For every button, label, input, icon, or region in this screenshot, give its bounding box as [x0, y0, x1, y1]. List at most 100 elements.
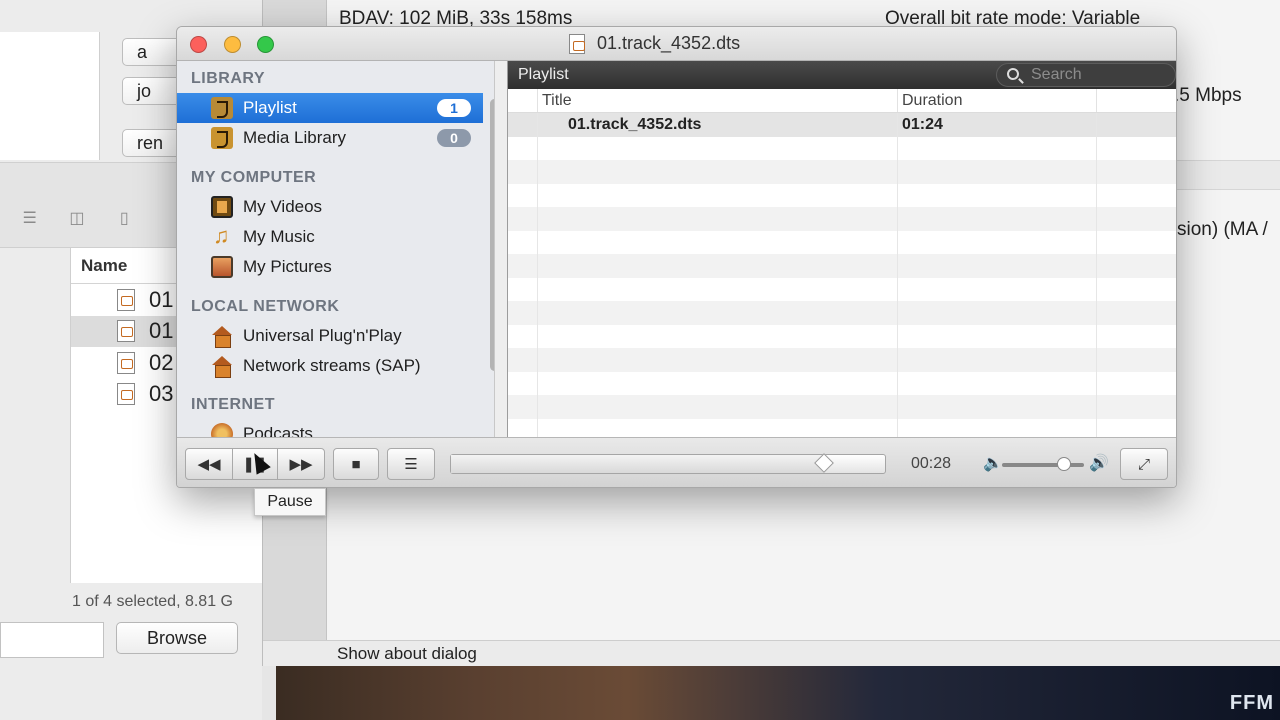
- empty-row: [508, 136, 1176, 160]
- stop-button[interactable]: ■: [333, 448, 379, 480]
- volume-slider[interactable]: [1002, 457, 1084, 471]
- watermark: FFM: [1229, 692, 1274, 714]
- empty-row: [508, 230, 1176, 254]
- file-name: 01: [149, 318, 174, 344]
- sidebar-item-label: Podcasts: [243, 424, 313, 437]
- playlist-icon: [211, 97, 233, 119]
- window-title: 01.track_4352.dts: [569, 33, 740, 54]
- rewind-button[interactable]: ◀◀: [185, 448, 233, 480]
- file-name: 01: [149, 286, 174, 312]
- rewind-icon: ◀◀: [197, 456, 221, 473]
- sidebar-item-media-library[interactable]: Media Library 0: [177, 123, 483, 153]
- search-input[interactable]: Search: [996, 63, 1176, 87]
- search-placeholder: Search: [1031, 66, 1082, 83]
- close-button[interactable]: [190, 36, 207, 53]
- empty-row: [508, 207, 1176, 231]
- title-bar[interactable]: 01.track_4352.dts: [177, 27, 1176, 61]
- extra-column-header: [1097, 89, 1176, 112]
- info-line-format: sion) (MA /: [1177, 219, 1268, 240]
- finder-sidebar-strip: [0, 32, 100, 160]
- sidebar-item-label: Network streams (SAP): [243, 356, 421, 375]
- file-name: 02: [149, 349, 174, 375]
- music-note-icon: [211, 223, 233, 249]
- playlist-rows: 01.track_4352.dts 01:24: [508, 113, 1176, 442]
- file-icon: [117, 288, 135, 311]
- duration-column-header[interactable]: Duration: [898, 89, 1097, 112]
- empty-row: [508, 254, 1176, 278]
- sidebar-item-my-music[interactable]: My Music: [177, 222, 483, 252]
- fullscreen-button[interactable]: ⤢: [1120, 448, 1168, 480]
- status-column-header[interactable]: [508, 89, 538, 112]
- playlist-pane: Playlist Search Title Duration 01.track_…: [507, 61, 1176, 442]
- playlist-column-headers: Title Duration: [508, 89, 1176, 113]
- elapsed-time: 00:28: [911, 455, 952, 472]
- sidebar-item-podcasts[interactable]: Podcasts: [177, 419, 483, 437]
- vlc-sidebar: LIBRARY Playlist 1 Media Library 0 MY CO…: [177, 61, 495, 437]
- sidebar-item-label: My Videos: [243, 197, 323, 216]
- file-icon: [117, 351, 135, 374]
- fast-forward-button[interactable]: ▶▶: [277, 448, 325, 480]
- fullscreen-icon: ⤢: [1137, 455, 1150, 473]
- zoom-button[interactable]: [257, 36, 274, 53]
- sidebar-item-my-videos[interactable]: My Videos: [177, 192, 483, 222]
- media-library-count-badge: 0: [437, 129, 471, 147]
- view-mode-buttons: ☰ ◫ ▯: [6, 203, 148, 233]
- search-icon: [1007, 68, 1019, 80]
- about-dialog-link[interactable]: Show about dialog: [337, 644, 477, 664]
- file-name: 03: [149, 381, 174, 407]
- minimize-button[interactable]: [224, 36, 241, 53]
- volume-mute-icon[interactable]: 🔈: [983, 453, 1003, 473]
- volume-max-icon[interactable]: 🔊: [1089, 453, 1109, 473]
- empty-row: [508, 183, 1176, 207]
- vlc-window: 01.track_4352.dts LIBRARY Playlist 1 Med…: [176, 26, 1177, 488]
- playback-controls: ◀◀ ❚❚ ▶▶ ■ ☰ 00:28 🔈 🔊 ⤢: [177, 437, 1176, 487]
- list-icon: ☰: [404, 456, 418, 473]
- section-internet: INTERNET: [191, 396, 275, 413]
- sidebar-item-label: My Music: [243, 227, 315, 246]
- title-column-header[interactable]: Title: [538, 89, 898, 112]
- film-icon: [211, 196, 233, 218]
- info-line-bitrate: .5 Mbps: [1174, 85, 1242, 106]
- empty-row: [508, 324, 1176, 348]
- sidebar-item-label: Universal Plug'n'Play: [243, 326, 402, 345]
- seek-progress: [451, 455, 825, 473]
- empty-row: [508, 160, 1176, 184]
- empty-row: [508, 277, 1176, 301]
- empty-row: [508, 371, 1176, 395]
- section-local-network: LOCAL NETWORK: [191, 298, 340, 315]
- browse-button[interactable]: Browse: [116, 622, 238, 654]
- podcast-icon: [211, 423, 233, 437]
- file-icon: [117, 383, 135, 406]
- section-my-computer: MY COMPUTER: [191, 169, 317, 186]
- sidebar-scrollbar[interactable]: [490, 99, 494, 371]
- section-library: LIBRARY: [191, 70, 266, 87]
- document-icon: [569, 33, 585, 54]
- empty-row: [508, 395, 1176, 419]
- empty-row: [508, 348, 1176, 372]
- seek-bar[interactable]: [450, 453, 886, 474]
- selection-status: 1 of 4 selected, 8.81 G: [72, 593, 233, 610]
- volume-handle[interactable]: [1057, 457, 1072, 471]
- sidebar-item-label: Playlist: [243, 98, 297, 117]
- sidebar-item-my-pictures[interactable]: My Pictures: [177, 252, 483, 282]
- stop-icon: ■: [351, 455, 361, 473]
- row-extra-cell: [1097, 113, 1176, 137]
- media-library-icon: [211, 127, 233, 149]
- coverflow-view-icon[interactable]: ▯: [101, 203, 148, 233]
- sidebar-item-sap[interactable]: Network streams (SAP): [177, 351, 483, 381]
- path-field[interactable]: [0, 622, 104, 658]
- row-status-cell: [508, 113, 538, 137]
- window-title-text: 01.track_4352.dts: [597, 33, 741, 53]
- sidebar-item-label: My Pictures: [243, 257, 332, 276]
- playlist-count-badge: 1: [437, 99, 471, 117]
- playlist-row[interactable]: 01.track_4352.dts 01:24: [508, 113, 1176, 137]
- sidebar-item-upnp[interactable]: Universal Plug'n'Play: [177, 321, 483, 351]
- column-view-icon[interactable]: ◫: [53, 203, 100, 233]
- sidebar-item-label: Media Library: [243, 128, 346, 147]
- playlist-toggle-button[interactable]: ☰: [387, 448, 435, 480]
- row-duration: 01:24: [898, 113, 1097, 137]
- list-view-icon[interactable]: ☰: [6, 203, 53, 233]
- file-icon: [117, 320, 135, 343]
- mediainfo-footer: Show about dialog: [263, 640, 1280, 666]
- sidebar-item-playlist[interactable]: Playlist 1: [177, 93, 483, 123]
